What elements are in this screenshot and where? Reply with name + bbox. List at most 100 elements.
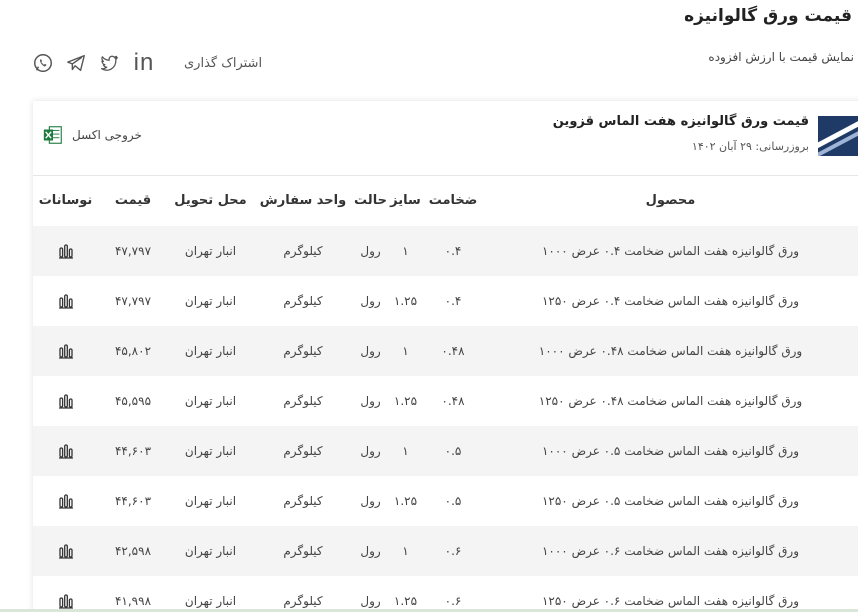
cell-state: رول — [360, 443, 381, 458]
linkedin-icon[interactable]: in — [129, 50, 159, 76]
cell-fluctuation — [33, 326, 98, 376]
cell-size: ۱ — [402, 243, 409, 258]
cell-size: ۱ — [402, 543, 409, 558]
cell-state: رول — [360, 493, 381, 508]
cell-product[interactable]: ورق گالوانیزه هفت الماس ضخامت ۰.۵ عرض ۱۰… — [483, 426, 858, 476]
cell-delivery: انبار تهران — [184, 493, 237, 508]
cell-product[interactable]: ورق گالوانیزه هفت الماس ضخامت ۰.۵ عرض ۱۲… — [483, 476, 858, 526]
cell-thickness: ۰.۶ — [444, 593, 462, 608]
cell-fluctuation — [33, 226, 98, 276]
cell-product[interactable]: ورق گالوانیزه هفت الماس ضخامت ۰.۴۸ عرض ۱… — [483, 326, 858, 376]
cell-thickness: ۰.۵ — [444, 443, 462, 458]
cell-product[interactable]: ورق گالوانیزه هفت الماس ضخامت ۰.۶ عرض ۱۰… — [483, 526, 858, 576]
cell-product[interactable]: ورق گالوانیزه هفت الماس ضخامت ۰.۴ عرض ۱۲… — [483, 276, 858, 326]
share-bar: in اشتراک گذاری — [30, 50, 262, 76]
cell-product[interactable]: ورق گالوانیزه هفت الماس ضخامت ۰.۴۸ عرض ۱… — [483, 376, 858, 426]
page-title: قیمت ورق گالوانیزه — [684, 6, 852, 26]
telegram-icon[interactable] — [63, 50, 89, 76]
cell-unit: کیلوگرم — [283, 443, 323, 458]
cell-size: ۱.۲۵ — [393, 293, 418, 308]
header-size[interactable]: سایز — [388, 175, 423, 226]
cell-state: رول — [360, 293, 381, 308]
table-row: ورق گالوانیزه هفت الماس ضخامت ۰.۴ عرض ۱۲… — [33, 275, 858, 326]
cell-delivery: انبار تهران — [184, 293, 237, 308]
cell-state: رول — [360, 543, 381, 558]
cell-unit: کیلوگرم — [283, 293, 323, 308]
fluctuation-chart-icon[interactable] — [58, 393, 74, 409]
fluctuation-chart-icon[interactable] — [58, 243, 74, 259]
table-row: ورق گالوانیزه هفت الماس ضخامت ۰.۴۸ عرض ۱… — [33, 375, 858, 426]
cell-delivery: انبار تهران — [184, 443, 237, 458]
cell-unit: کیلوگرم — [283, 493, 323, 508]
table-row: ورق گالوانیزه هفت الماس ضخامت ۰.۶ عرض ۱۲… — [33, 575, 858, 612]
cell-unit: کیلوگرم — [283, 393, 323, 408]
cell-thickness: ۰.۴۸ — [441, 343, 465, 358]
cell-price: ۴۵,۸۰۲ — [114, 343, 152, 358]
cell-delivery: انبار تهران — [184, 393, 237, 408]
cell-thickness: ۰.۴ — [444, 293, 462, 308]
header-product[interactable]: محصول — [483, 175, 858, 226]
cell-size: ۱.۲۵ — [393, 393, 418, 408]
cell-state: رول — [360, 343, 381, 358]
table-row: ورق گالوانیزه هفت الماس ضخامت ۰.۴ عرض ۱۰… — [33, 225, 858, 276]
fluctuation-chart-icon[interactable] — [58, 343, 74, 359]
cell-size: ۱ — [402, 443, 409, 458]
cell-fluctuation — [33, 576, 98, 612]
table-row: ورق گالوانیزه هفت الماس ضخامت ۰.۵ عرض ۱۰… — [33, 425, 858, 476]
twitter-icon[interactable] — [96, 50, 122, 76]
cell-fluctuation — [33, 526, 98, 576]
header-thickness[interactable]: ضخامت — [423, 175, 483, 226]
cell-price: ۴۲,۵۹۸ — [114, 543, 152, 558]
cell-size: ۱.۲۵ — [393, 493, 418, 508]
header-unit[interactable]: واحد سفارش — [253, 175, 353, 226]
fluctuation-chart-icon[interactable] — [58, 543, 74, 559]
cell-delivery: انبار تهران — [184, 593, 237, 608]
price-table: محصول ضخامت سایز حالت واحد سفارش محل تحو… — [33, 175, 858, 612]
cell-price: ۴۷,۷۹۷ — [114, 243, 152, 258]
fluctuation-chart-icon[interactable] — [58, 443, 74, 459]
price-card: قیمت ورق گالوانیزه هفت الماس قزوین بروزر… — [33, 101, 858, 612]
cell-delivery: انبار تهران — [184, 243, 237, 258]
cell-unit: کیلوگرم — [283, 543, 323, 558]
cell-unit: کیلوگرم — [283, 243, 323, 258]
excel-export-button[interactable]: خروجی اکسل — [42, 123, 142, 147]
excel-export-label: خروجی اکسل — [72, 128, 142, 142]
cell-price: ۴۷,۷۹۷ — [114, 293, 152, 308]
cell-price: ۴۵,۵۹۵ — [114, 393, 152, 408]
cell-fluctuation — [33, 476, 98, 526]
table-header-row: محصول ضخامت سایز حالت واحد سفارش محل تحو… — [33, 175, 858, 226]
cell-fluctuation — [33, 376, 98, 426]
fluctuation-chart-icon[interactable] — [58, 493, 74, 509]
cell-product[interactable]: ورق گالوانیزه هفت الماس ضخامت ۰.۶ عرض ۱۲… — [483, 576, 858, 612]
header-delivery[interactable]: محل تحویل — [168, 175, 253, 226]
cell-delivery: انبار تهران — [184, 343, 237, 358]
cell-size: ۱ — [402, 343, 409, 358]
cell-unit: کیلوگرم — [283, 593, 323, 608]
header-price[interactable]: قیمت — [98, 175, 168, 226]
table-row: ورق گالوانیزه هفت الماس ضخامت ۰.۵ عرض ۱۲… — [33, 475, 858, 526]
update-date: بروزرسانی: ۲۹ آبان ۱۴۰۲ — [691, 140, 809, 153]
cell-size: ۱.۲۵ — [393, 593, 418, 608]
brand-logo — [818, 116, 858, 156]
cell-fluctuation — [33, 426, 98, 476]
card-header: قیمت ورق گالوانیزه هفت الماس قزوین بروزر… — [33, 101, 858, 175]
cell-thickness: ۰.۶ — [444, 543, 462, 558]
cell-price: ۴۴,۶۰۳ — [114, 443, 152, 458]
cell-unit: کیلوگرم — [283, 343, 323, 358]
fluctuation-chart-icon[interactable] — [58, 593, 74, 609]
fluctuation-chart-icon[interactable] — [58, 293, 74, 309]
whatsapp-icon[interactable] — [30, 50, 56, 76]
cell-fluctuation — [33, 276, 98, 326]
table-row: ورق گالوانیزه هفت الماس ضخامت ۰.۴۸ عرض ۱… — [33, 325, 858, 376]
header-state[interactable]: حالت — [353, 175, 388, 226]
card-title: قیمت ورق گالوانیزه هفت الماس قزوین — [552, 114, 809, 129]
cell-price: ۴۱,۹۹۸ — [114, 593, 152, 608]
header-fluctuation: نوسانات — [33, 175, 98, 226]
cell-state: رول — [360, 243, 381, 258]
cell-state: رول — [360, 393, 381, 408]
share-label: اشتراک گذاری — [184, 55, 263, 71]
vat-price-toggle[interactable]: نمایش قیمت با ارزش افزوده — [708, 50, 854, 64]
cell-thickness: ۰.۴۸ — [441, 393, 465, 408]
cell-thickness: ۰.۵ — [444, 493, 462, 508]
cell-product[interactable]: ورق گالوانیزه هفت الماس ضخامت ۰.۴ عرض ۱۰… — [483, 226, 858, 276]
